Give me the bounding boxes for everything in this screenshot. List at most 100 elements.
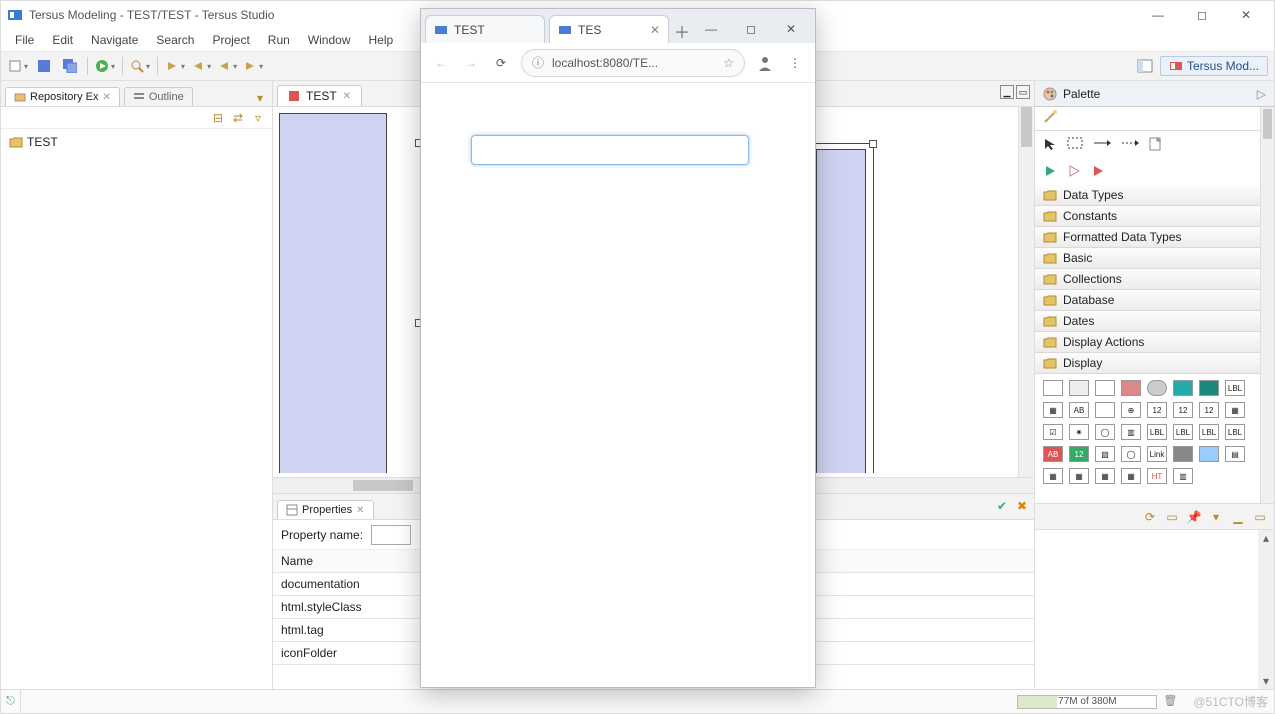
note-tool-icon[interactable] (1149, 137, 1161, 154)
editor-tab-test[interactable]: TEST ✕ (277, 85, 362, 106)
selection-tool-icon[interactable] (1043, 137, 1057, 154)
browser-maximize-button[interactable]: ◻ (731, 15, 771, 43)
maximize-icon[interactable]: ▭ (1252, 509, 1268, 525)
clear-icon[interactable]: ✖ (1014, 498, 1030, 514)
play-green-icon[interactable] (1043, 164, 1057, 181)
menu-kebab-icon[interactable]: ⋮ (785, 53, 805, 73)
tree-root-item[interactable]: TEST (9, 133, 264, 151)
drawer-constants[interactable]: Constants (1035, 206, 1274, 227)
widget-icon[interactable]: ▥ (1121, 424, 1141, 440)
widget-icon[interactable] (1121, 380, 1141, 396)
tab-close-icon[interactable]: ✕ (650, 23, 660, 37)
drawer-database[interactable]: Database (1035, 290, 1274, 311)
widget-icon[interactable] (1069, 380, 1089, 396)
perspective-tersus[interactable]: Tersus Mod... (1160, 56, 1268, 76)
ide-maximize-button[interactable]: ◻ (1180, 1, 1224, 29)
site-info-icon[interactable]: ⓘ (532, 54, 544, 71)
palette-vscrollbar[interactable] (1260, 107, 1274, 503)
menu-run[interactable]: Run (262, 31, 296, 49)
drawer-collections[interactable]: Collections (1035, 269, 1274, 290)
widget-icon[interactable]: ✷ (1069, 424, 1089, 440)
focused-text-input[interactable] (471, 135, 749, 165)
widget-icon[interactable] (1147, 380, 1167, 396)
widget-icon[interactable]: ▦ (1095, 468, 1115, 484)
tab-outline[interactable]: Outline (124, 87, 193, 106)
widget-icon[interactable]: AB (1069, 402, 1089, 418)
close-icon[interactable]: ✕ (102, 92, 110, 103)
status-indicator-icon[interactable]: ⎋ (1, 690, 21, 713)
widget-icon[interactable]: ▦ (1043, 402, 1063, 418)
gc-trash-icon[interactable]: 🗑 (1163, 694, 1179, 710)
lower-output-pane[interactable]: ▴▾ (1035, 529, 1274, 689)
dropdown-icon[interactable]: ▾ (1208, 509, 1224, 525)
new-tab-button[interactable]: ＋ (673, 19, 691, 43)
refresh-icon[interactable]: ⟳ (1142, 509, 1158, 525)
address-bar[interactable]: ⓘ localhost:8080/TE... ☆ (521, 49, 745, 77)
widget-icon[interactable] (1095, 380, 1115, 396)
tab-properties[interactable]: Properties ✕ (277, 500, 374, 519)
browser-tab-1[interactable]: TEST (425, 15, 545, 43)
play-red-icon[interactable] (1091, 164, 1105, 181)
new-button[interactable] (7, 55, 29, 77)
save-all-button[interactable] (59, 55, 81, 77)
drawer-formatted-data-types[interactable]: Formatted Data Types (1035, 227, 1274, 248)
dashed-connection-tool-icon[interactable] (1121, 137, 1139, 154)
widget-icon[interactable] (1043, 380, 1063, 396)
widget-icon[interactable]: 12 (1173, 402, 1193, 418)
widget-icon[interactable]: ◯ (1095, 424, 1115, 440)
widget-icon[interactable]: LBL (1173, 424, 1193, 440)
browser-tab-2[interactable]: TES ✕ (549, 15, 669, 43)
widget-icon[interactable]: LBL (1225, 424, 1245, 440)
play-outline-icon[interactable] (1067, 164, 1081, 181)
widget-icon[interactable]: ▦ (1069, 468, 1089, 484)
forward-history-button[interactable] (242, 55, 264, 77)
menu-help[interactable]: Help (363, 31, 400, 49)
browser-minimize-button[interactable]: — (691, 15, 731, 43)
heap-status[interactable]: 77M of 380M (1017, 695, 1157, 709)
widget-icon[interactable]: HT (1147, 468, 1167, 484)
view-menu-icon[interactable]: ▿ (250, 110, 266, 126)
browser-close-button[interactable]: ✕ (771, 15, 811, 43)
widget-icon[interactable] (1173, 446, 1193, 462)
menu-search[interactable]: Search (150, 31, 200, 49)
wand-icon[interactable] (1043, 110, 1059, 127)
drawer-basic[interactable]: Basic (1035, 248, 1274, 269)
repository-tree[interactable]: TEST (1, 129, 272, 689)
widget-icon[interactable]: 12 (1147, 402, 1167, 418)
save-button[interactable] (33, 55, 55, 77)
output-vscrollbar[interactable]: ▴▾ (1258, 530, 1274, 689)
model-block-left[interactable] (279, 113, 387, 473)
nav-back-icon[interactable]: ← (431, 53, 451, 73)
widget-icon[interactable]: LBL (1199, 424, 1219, 440)
widget-icon[interactable]: Link (1147, 446, 1167, 462)
back-history-button[interactable] (216, 55, 238, 77)
drawer-display[interactable]: Display (1035, 353, 1274, 374)
console-icon[interactable]: ▭ (1164, 509, 1180, 525)
nav-forward-icon[interactable]: → (461, 53, 481, 73)
widget-icon[interactable]: ⊕ (1121, 402, 1141, 418)
editor-maximize-icon[interactable]: ▭ (1016, 85, 1030, 99)
ide-close-button[interactable]: ✕ (1224, 1, 1268, 29)
tab-repository-explorer[interactable]: Repository Ex ✕ (5, 87, 120, 106)
open-perspective-button[interactable] (1134, 55, 1156, 77)
menu-file[interactable]: File (9, 31, 40, 49)
browser-viewport[interactable] (421, 83, 815, 687)
widget-icon[interactable]: 12 (1069, 446, 1089, 462)
widget-icon[interactable]: LBL (1147, 424, 1167, 440)
close-icon[interactable]: ✕ (356, 505, 364, 516)
widget-icon[interactable] (1199, 380, 1219, 396)
palette-collapse-icon[interactable]: ▷ (1257, 87, 1266, 101)
widget-icon[interactable] (1199, 446, 1219, 462)
collapse-all-icon[interactable]: ⊟ (210, 110, 226, 126)
menu-edit[interactable]: Edit (46, 31, 79, 49)
widget-icon[interactable]: ☑ (1043, 424, 1063, 440)
palette-header[interactable]: Palette ▷ (1035, 81, 1274, 107)
reload-icon[interactable]: ⟳ (491, 53, 511, 73)
link-editor-icon[interactable]: ⇄ (230, 110, 246, 126)
nav-back-button[interactable] (190, 55, 212, 77)
model-block-right[interactable] (816, 149, 866, 473)
widget-icon[interactable]: ▦ (1121, 468, 1141, 484)
widget-icon[interactable]: ▧ (1095, 446, 1115, 462)
property-name-input[interactable] (371, 525, 411, 545)
minimize-icon[interactable]: ▁ (1230, 509, 1246, 525)
